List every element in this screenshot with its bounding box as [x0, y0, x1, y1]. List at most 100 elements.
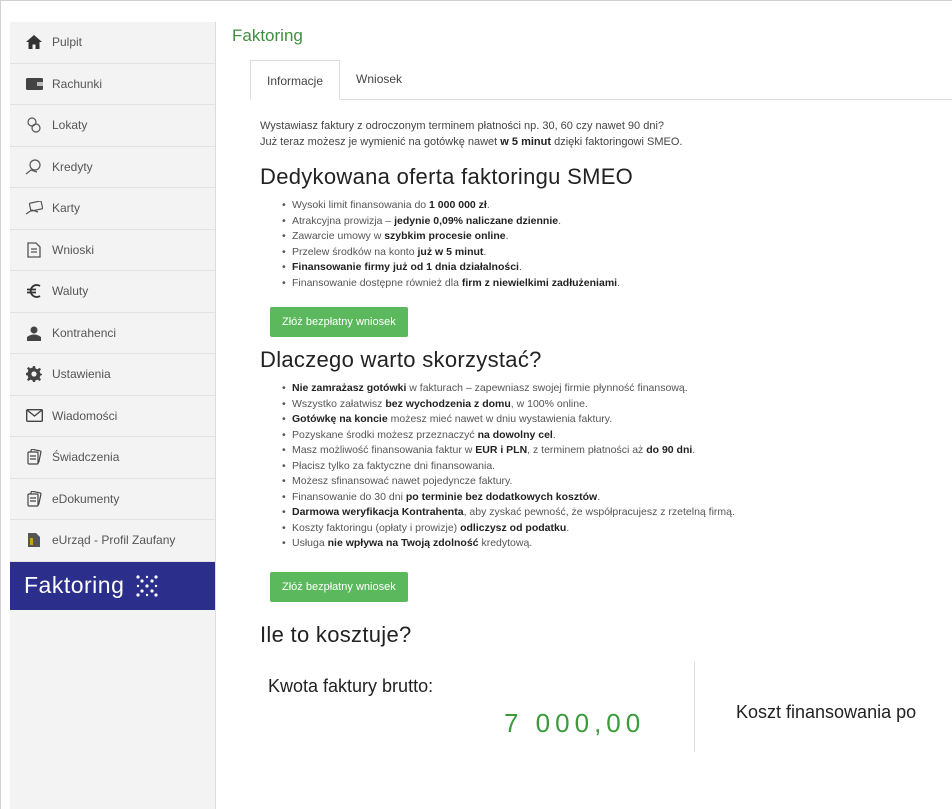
list-item-bold-text: Nie zamrażasz gotówki: [292, 382, 407, 394]
list-item-bold-text: Darmowa weryfikacja Kontrahenta: [292, 506, 464, 518]
why-list: Nie zamrażasz gotówki w fakturach – zape…: [260, 381, 952, 552]
sidebar-item-label: eUrząd - Profil Zaufany: [52, 533, 176, 548]
document-icon: [24, 241, 44, 259]
list-item-text: .: [558, 214, 562, 227]
faktoring-dots-icon: [136, 574, 158, 597]
sidebar-faktoring-label: Faktoring: [24, 572, 125, 598]
list-item-text: .: [617, 276, 620, 289]
profile-doc-icon: [24, 531, 44, 549]
list-item-bold-text: odliczysz od podatku: [460, 521, 567, 534]
sidebar-item-kontrahenci[interactable]: Kontrahenci: [10, 312, 215, 354]
tab-wniosek[interactable]: Wniosek: [340, 59, 418, 99]
list-item-text: Atrakcyjna prowizja –: [292, 214, 395, 227]
list-item-bold-text: bez wychodzenia z domu: [385, 397, 511, 410]
list-item: Płacisz tylko za faktyczne dni finansowa…: [282, 459, 952, 475]
list-item-bold-text: jedynie 0,09% naliczane dziennie: [394, 214, 559, 227]
list-item: Atrakcyjna prowizja – jedynie 0,09% nali…: [282, 214, 952, 230]
sidebar-item-label: eDokumenty: [52, 491, 120, 506]
list-item-text: Finansowanie do 30 dni: [292, 490, 406, 503]
list-item-text: Przelew środków na konto: [292, 245, 418, 258]
list-item-text: .: [552, 428, 556, 441]
card-hand-icon: [24, 199, 44, 217]
invoice-amount-value[interactable]: 7 000,00: [504, 708, 645, 739]
list-item: Finansowanie dostępne również dla firm z…: [282, 276, 952, 292]
list-item: Przelew środków na konto już w 5 minut.: [282, 245, 952, 261]
list-item-bold-text: po terminie bez dodatkowych kosztów: [405, 490, 598, 503]
list-item: Zawarcie umowy w szybkim procesie online…: [282, 229, 952, 245]
list-item-text: Możesz sfinansować nawet pojedyncze fakt…: [292, 475, 513, 487]
list-item: Finansowanie firmy już od 1 dnia działal…: [282, 260, 952, 276]
sidebar-item-label: Kredyty: [52, 159, 93, 174]
apply-button-2[interactable]: Złóż bezpłatny wniosek: [270, 571, 408, 602]
list-item-bold-text: szybkim procesie online: [384, 230, 506, 242]
list-item-text: , aby zyskać pewność, że współpracujesz …: [463, 506, 735, 518]
intro-line-2: Już teraz możesz je wymienić na gotówkę …: [260, 134, 952, 150]
sidebar-item-ustawienia[interactable]: Ustawienia: [10, 354, 215, 396]
list-item: Możesz sfinansować nawet pojedyncze fakt…: [282, 474, 952, 490]
list-item-bold-text: Gotówkę na koncie: [292, 413, 388, 425]
list-item-text: w fakturach – zapewniasz swojej firmie p…: [406, 382, 688, 394]
list-item: Koszty faktoringu (opłaty i prowizje) od…: [282, 521, 952, 537]
list-item-text: kredytową.: [478, 537, 533, 549]
sidebar-item-karty[interactable]: Karty: [10, 188, 215, 230]
list-item-bold-text: nie wpływa na Twoją zdolność: [327, 537, 479, 549]
list-item-bold-text: na dowolny cel: [477, 428, 553, 441]
list-item: Pozyskane środki możesz przeznaczyć na d…: [282, 428, 952, 444]
loan-icon: [24, 158, 44, 176]
sidebar-item-label: Świadczenia: [52, 450, 120, 465]
sidebar-item-label: Lokaty: [52, 118, 88, 133]
intro-text: Wystawiasz faktury z odroczonym terminem…: [260, 118, 952, 150]
list-item-text: .: [518, 261, 522, 273]
list-item-bold-text: 1 000 000 zł: [429, 199, 487, 211]
list-item: Darmowa weryfikacja Kontrahenta, aby zys…: [282, 505, 952, 521]
sidebar-item-faktoring[interactable]: Faktoring: [10, 561, 215, 610]
sidebar-filler: [10, 609, 215, 809]
home-icon: [24, 33, 44, 51]
list-item-text: Masz możliwość finansowania faktur w: [292, 444, 476, 456]
sidebar-list: Pulpit Rachunki Lokaty Kredyty Karty Wnioski W…: [10, 22, 215, 562]
list-item-bold-text: firm z niewielkimi zadłużeniami: [461, 276, 618, 289]
tab-bar: Informacje Wniosek: [250, 60, 952, 100]
list-item-text: Zawarcie umowy w: [292, 230, 385, 242]
list-item: Usługa nie wpływa na Twoją zdolność kred…: [282, 536, 952, 552]
cost-heading: Ile to kosztuje?: [260, 621, 412, 647]
sidebar-item-edokumenty[interactable]: eDokumenty: [10, 478, 215, 520]
sidebar-item-wnioski[interactable]: Wnioski: [10, 229, 215, 271]
sidebar-item-rachunki[interactable]: Rachunki: [10, 63, 215, 105]
sidebar-item-label: Ustawienia: [52, 367, 111, 382]
tab-informacje[interactable]: Informacje: [250, 60, 341, 100]
sidebar-item-label: Rachunki: [52, 76, 103, 91]
why-heading: Dlaczego warto skorzystać?: [260, 347, 542, 372]
list-item-text: możesz mieć nawet w dniu wystawienia fak…: [387, 413, 613, 425]
document-stack-icon: [24, 448, 44, 466]
list-item-text: Usługa: [292, 537, 328, 549]
contractor-icon: [24, 324, 44, 342]
list-item-text: Koszty faktoringu (opłaty i prowizje): [292, 521, 461, 534]
sidebar-item-kredyty[interactable]: Kredyty: [10, 146, 215, 188]
apply-button-1[interactable]: Złóż bezpłatny wniosek: [270, 307, 408, 337]
list-item: Masz możliwość finansowania faktur w EUR…: [282, 443, 952, 459]
list-item-text: Pozyskane środki możesz przeznaczyć: [292, 428, 478, 441]
sidebar: Pulpit Rachunki Lokaty Kredyty Karty Wnioski W…: [10, 22, 216, 809]
list-item-text: .: [692, 444, 696, 456]
offer-list: Wysoki limit finansowania do 1 000 000 z…: [260, 198, 952, 291]
sidebar-item-label: Wiadomości: [52, 408, 118, 423]
list-item-bold-text: do 90 dni: [646, 444, 693, 456]
list-item-text: Wszystko załatwisz: [292, 397, 386, 410]
list-item-text: Płacisz tylko za faktyczne dni finansowa…: [292, 459, 496, 472]
sidebar-item-pulpit[interactable]: Pulpit: [10, 22, 215, 64]
main-content: Faktoring Informacje Wniosek Wystawiasz …: [232, 22, 952, 752]
list-item: Wysoki limit finansowania do 1 000 000 z…: [282, 198, 952, 214]
sidebar-item-waluty[interactable]: Waluty: [10, 271, 215, 313]
list-item-text: , z terminem płatności aż: [527, 444, 647, 456]
sidebar-item-lokaty[interactable]: Lokaty: [10, 105, 215, 147]
offer-heading: Dedykowana oferta faktoringu SMEO: [260, 164, 634, 189]
euro-icon: [24, 282, 44, 300]
sidebar-item-eurząd-profil-zaufany[interactable]: eUrząd - Profil Zaufany: [10, 520, 215, 562]
sidebar-item-wiadomości[interactable]: Wiadomości: [10, 395, 215, 437]
list-item-bold-text: Finansowanie firmy już od 1 dnia działal…: [292, 261, 519, 273]
intro-line-2-c: dzięki faktoringowi SMEO.: [551, 136, 683, 148]
list-item-bold-text: EUR i PLN: [475, 444, 528, 456]
cost-calculator: Kwota faktury brutto: 7 000,00 Koszt fin…: [260, 661, 952, 752]
sidebar-item-świadczenia[interactable]: Świadczenia: [10, 437, 215, 479]
